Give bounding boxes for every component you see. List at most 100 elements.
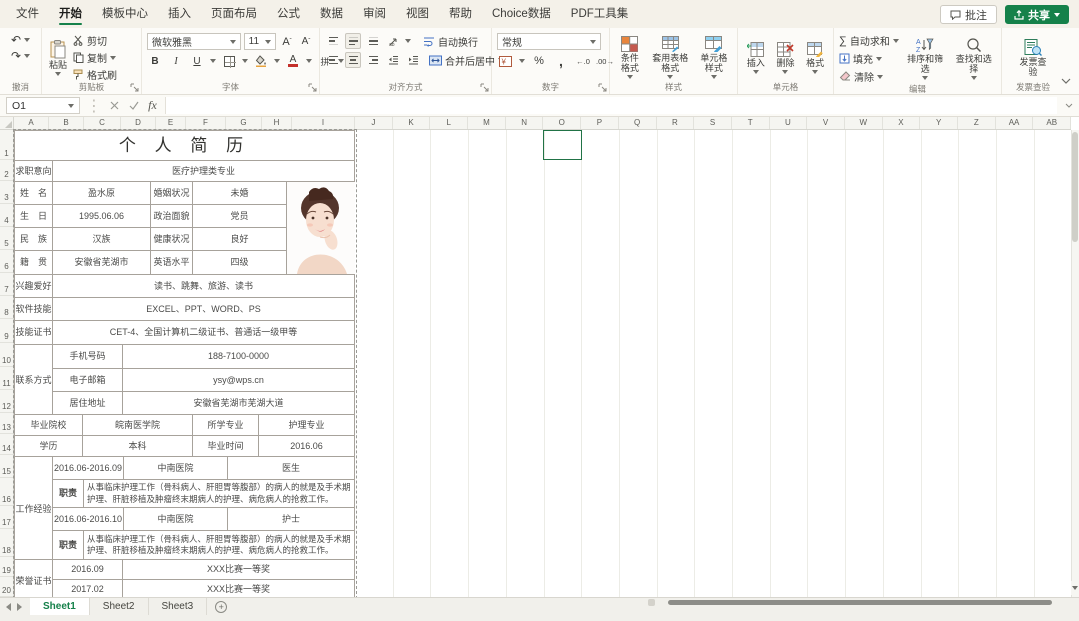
column-header[interactable]: AA [996, 117, 1034, 129]
resume-cell[interactable]: 籍 贯 [15, 251, 53, 274]
invoice-check-button[interactable]: 发票查验 [1016, 38, 1050, 78]
align-center-icon[interactable] [345, 52, 361, 68]
resume-cell[interactable]: 从事临床护理工作（骨科病人、肝胆胃等腹部）的病人的就是及手术期护理、肝脏移植及肿… [84, 480, 355, 507]
sheet-tab[interactable]: Sheet1 [30, 598, 90, 615]
menu-item[interactable]: 帮助 [439, 0, 482, 28]
menu-item[interactable]: Choice数据 [482, 0, 561, 28]
currency-format-icon[interactable]: ¥ [497, 53, 513, 69]
row-header[interactable]: 6 [0, 250, 13, 273]
align-right-icon[interactable] [365, 52, 381, 68]
column-header[interactable]: L [430, 117, 468, 129]
job-intention-value-cell[interactable]: 医疗护理类专业 [53, 161, 355, 181]
resume-cell[interactable]: 医生 [228, 457, 355, 479]
profile-photo[interactable] [287, 182, 355, 274]
column-header[interactable]: R [657, 117, 695, 129]
column-header[interactable]: N [506, 117, 544, 129]
find-select-button[interactable]: 查找和选择 [951, 36, 996, 81]
resume-cell[interactable]: 所学专业 [193, 415, 259, 435]
resume-cell[interactable]: 安徽省芜湖市芜湖大道 [123, 392, 355, 414]
row-header[interactable]: 19 [0, 557, 13, 577]
menu-item[interactable]: 开始 [49, 0, 92, 28]
resume-cell[interactable]: 学历 [15, 436, 83, 456]
name-box-dropdown-icon[interactable] [68, 104, 74, 108]
menu-item[interactable]: 数据 [310, 0, 353, 28]
resume-cell[interactable]: 从事临床护理工作（骨科病人、肝胆胃等腹部）的病人的就是及手术期护理、肝脏移植及肿… [84, 531, 355, 559]
menu-item[interactable]: 插入 [158, 0, 201, 28]
insert-cells-button[interactable]: 插入 [745, 41, 767, 75]
contact-merged-label-cell[interactable]: 联系方式 [15, 345, 53, 414]
number-dialog-launcher-icon[interactable] [598, 83, 607, 92]
column-header[interactable]: C [84, 117, 121, 129]
resume-cell[interactable]: 中南医院 [124, 508, 228, 530]
name-box[interactable]: O1 [6, 97, 80, 114]
select-all-corner[interactable] [0, 117, 14, 130]
share-dropdown-icon[interactable] [1054, 13, 1060, 17]
menu-item[interactable]: 页面布局 [201, 0, 267, 28]
resume-cell[interactable]: 技能证书 [15, 321, 53, 344]
resume-cell[interactable]: 毕业时间 [193, 436, 259, 456]
fill-color-icon[interactable] [253, 53, 269, 69]
resume-cell[interactable]: 2016.06 [259, 436, 355, 456]
italic-button[interactable]: I [168, 53, 184, 69]
align-left-icon[interactable] [325, 52, 341, 68]
comma-style-icon[interactable]: , [553, 53, 569, 69]
confirm-entry-icon[interactable] [125, 97, 142, 114]
resume-cell[interactable]: 软件技能 [15, 298, 53, 320]
bold-button[interactable]: B [147, 53, 163, 69]
row-header[interactable]: 3 [0, 181, 13, 204]
borders-dropdown-icon[interactable] [242, 59, 248, 63]
column-header[interactable]: W [845, 117, 883, 129]
hscroll-split-handle[interactable] [648, 599, 655, 606]
resume-cell[interactable]: 婚姻状况 [151, 182, 193, 204]
row-header[interactable]: 4 [0, 204, 13, 227]
align-middle-icon[interactable] [345, 33, 361, 49]
resume-cell[interactable]: 电子邮箱 [53, 369, 123, 391]
resume-cell[interactable]: 2016.06-2016.10 [53, 508, 124, 530]
number-format-select[interactable]: 常规 [497, 33, 601, 50]
column-header[interactable]: K [393, 117, 431, 129]
increase-font-icon[interactable]: Aˆ [279, 34, 295, 50]
row-header[interactable]: 10 [0, 343, 13, 367]
resume-cell[interactable]: 毕业院校 [15, 415, 83, 435]
resume-cell[interactable]: 党员 [193, 205, 287, 227]
resume-cell[interactable]: 本科 [83, 436, 193, 456]
resume-cell[interactable]: 护理专业 [259, 415, 355, 435]
resume-cell[interactable]: 民 族 [15, 228, 53, 250]
formula-input[interactable] [165, 97, 1057, 114]
row-header[interactable]: 15 [0, 455, 13, 478]
resume-cell[interactable]: 手机号码 [53, 345, 123, 368]
font-color-dropdown-icon[interactable] [306, 59, 312, 63]
orientation-dropdown-icon[interactable] [405, 39, 411, 43]
underline-button[interactable]: U [189, 53, 205, 69]
resume-cell[interactable]: 兴趣爱好 [15, 275, 53, 297]
resume-cell[interactable]: 健康状况 [151, 228, 193, 250]
resume-cell[interactable]: 2016.09 [53, 560, 123, 579]
column-header[interactable]: U [770, 117, 808, 129]
resume-cell[interactable]: ysy@wps.cn [123, 369, 355, 391]
column-header[interactable]: G [226, 117, 262, 129]
fill-button[interactable]: 填充 [839, 51, 899, 66]
row-header[interactable]: 1 [0, 130, 13, 160]
underline-dropdown-icon[interactable] [210, 59, 216, 63]
add-sheet-icon[interactable]: + [215, 601, 227, 613]
column-header[interactable]: Y [920, 117, 958, 129]
column-header[interactable]: X [883, 117, 921, 129]
sort-filter-button[interactable]: AZ 排序和筛选 [903, 36, 948, 81]
menu-item[interactable]: 文件 [6, 0, 49, 28]
sheet-tab[interactable]: Sheet3 [149, 598, 208, 615]
row-header[interactable]: 8 [0, 296, 13, 319]
resume-cell[interactable]: 盈水原 [53, 182, 151, 204]
orientation-icon[interactable]: ab [385, 33, 401, 49]
menu-item[interactable]: 审阅 [353, 0, 396, 28]
font-color-icon[interactable]: A [285, 53, 301, 69]
column-header[interactable]: D [121, 117, 156, 129]
row-header[interactable]: 9 [0, 319, 13, 343]
wrap-text-button[interactable]: 自动换行 [423, 34, 478, 49]
resume-cell[interactable]: 1995.06.06 [53, 205, 151, 227]
resume-cell[interactable]: 居住地址 [53, 392, 123, 414]
row-header[interactable]: 11 [0, 367, 13, 390]
column-header[interactable]: S [694, 117, 732, 129]
cut-button[interactable]: 剪切 [73, 33, 117, 48]
column-header[interactable]: M [468, 117, 506, 129]
sheet-tab[interactable]: Sheet2 [90, 598, 149, 615]
